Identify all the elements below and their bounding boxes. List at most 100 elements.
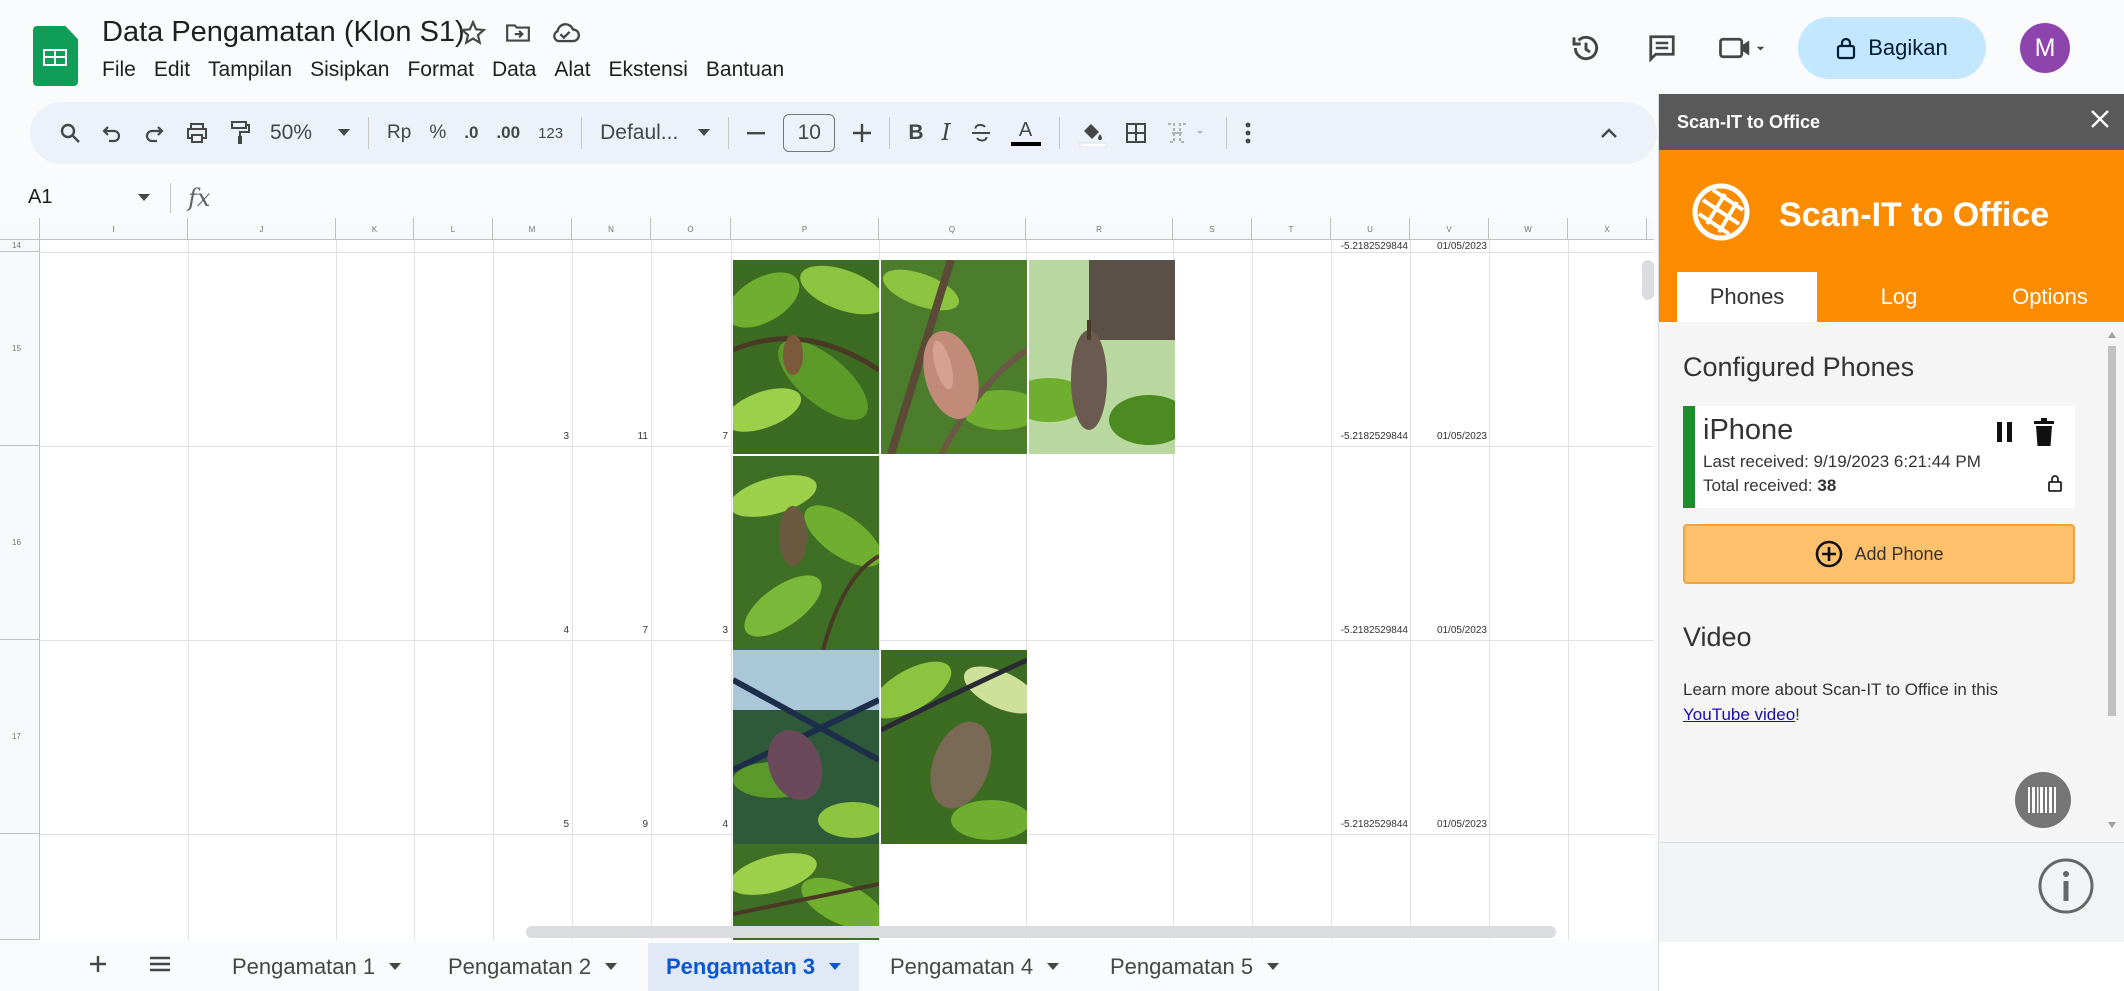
bold-button[interactable]: B	[908, 111, 923, 155]
lock-icon[interactable]	[2047, 474, 2063, 492]
undo-icon[interactable]	[100, 111, 124, 155]
font-family-select[interactable]: Defaul...	[600, 111, 711, 155]
column-header[interactable]: I	[40, 218, 188, 240]
menu-view[interactable]: Tampilan	[199, 58, 301, 82]
cell-o17[interactable]: 4	[651, 819, 728, 830]
spreadsheet-grid[interactable]: I J K L M N O P Q R S T U V W X 14 15 16…	[0, 218, 1654, 940]
cell-n17[interactable]: 9	[572, 819, 648, 830]
search-menus-icon[interactable]	[58, 111, 82, 155]
horizontal-scrollbar[interactable]	[526, 926, 1556, 938]
text-color-button[interactable]: A	[1010, 111, 1041, 155]
column-header[interactable]: U	[1331, 218, 1410, 240]
italic-button[interactable]: I	[941, 111, 950, 155]
tab-options[interactable]: Options	[1975, 272, 2124, 322]
column-header[interactable]: V	[1410, 218, 1489, 240]
column-header[interactable]: R	[1026, 218, 1173, 240]
row-header[interactable]: 14	[0, 240, 40, 252]
vertical-scrollbar[interactable]	[1642, 260, 1654, 300]
menu-format[interactable]: Format	[398, 58, 483, 82]
avatar[interactable]: M	[2020, 23, 2070, 73]
cell-v16[interactable]: 01/05/2023	[1411, 625, 1487, 636]
cell-n16[interactable]: 7	[572, 625, 648, 636]
cocoa-photo[interactable]	[1029, 260, 1175, 454]
decrease-decimal-button[interactable]: .0	[464, 111, 478, 155]
decrease-font-size-icon[interactable]	[747, 111, 766, 155]
font-size-input[interactable]: 10	[783, 111, 836, 155]
comment-icon[interactable]	[1634, 20, 1690, 76]
cell-u15[interactable]: -5.2182529844	[1332, 431, 1408, 442]
cell-o15[interactable]: 7	[651, 431, 728, 442]
menu-extensions[interactable]: Ekstensi	[600, 58, 697, 82]
print-icon[interactable]	[184, 111, 210, 155]
column-header[interactable]: O	[651, 218, 731, 240]
strikethrough-icon[interactable]	[969, 111, 993, 155]
corner-cell[interactable]	[0, 218, 40, 240]
cocoa-photo[interactable]	[881, 650, 1027, 844]
row-header[interactable]: 16	[0, 446, 40, 640]
column-header[interactable]: L	[414, 218, 493, 240]
redo-icon[interactable]	[142, 111, 166, 155]
menu-tools[interactable]: Alat	[545, 58, 599, 82]
star-icon[interactable]	[460, 20, 486, 46]
column-header[interactable]: X	[1568, 218, 1647, 240]
sheets-logo-icon[interactable]	[33, 26, 78, 86]
move-folder-icon[interactable]	[504, 20, 532, 46]
collapse-toolbar-icon[interactable]	[1600, 111, 1618, 155]
borders-icon[interactable]	[1124, 111, 1148, 155]
column-header[interactable]: M	[493, 218, 572, 240]
cell-m15[interactable]: 3	[493, 431, 569, 442]
format-currency-button[interactable]: Rp	[387, 111, 411, 155]
column-header[interactable]: N	[572, 218, 651, 240]
increase-decimal-button[interactable]: .00	[496, 111, 520, 155]
add-phone-button[interactable]: Add Phone	[1683, 524, 2075, 584]
column-header[interactable]: W	[1489, 218, 1568, 240]
sheet-tab[interactable]: Pengamatan 2	[430, 943, 635, 991]
more-options-icon[interactable]	[1245, 111, 1251, 155]
column-header[interactable]: K	[336, 218, 414, 240]
more-formats-button[interactable]: 123	[538, 111, 563, 155]
increase-font-size-icon[interactable]	[853, 111, 872, 155]
history-icon[interactable]	[1558, 20, 1614, 76]
column-header[interactable]: P	[731, 218, 879, 240]
menu-insert[interactable]: Sisipkan	[301, 58, 398, 82]
cell-v15[interactable]: 01/05/2023	[1411, 431, 1487, 442]
sheet-tab[interactable]: Pengamatan 5	[1092, 943, 1297, 991]
cocoa-photo[interactable]	[733, 260, 879, 454]
pause-icon[interactable]	[1995, 420, 2015, 444]
cell-u17[interactable]: -5.2182529844	[1332, 819, 1408, 830]
sheet-tab[interactable]: Pengamatan 1	[214, 943, 419, 991]
add-sheet-icon[interactable]	[88, 954, 108, 974]
tab-phones[interactable]: Phones	[1677, 272, 1817, 322]
format-percent-button[interactable]: %	[429, 111, 446, 155]
menu-data[interactable]: Data	[483, 58, 545, 82]
tab-log[interactable]: Log	[1829, 272, 1969, 322]
chevron-down-icon[interactable]	[138, 194, 150, 202]
document-title[interactable]: Data Pengamatan (Klon S1)	[102, 16, 465, 49]
sheet-tab[interactable]: Pengamatan 4	[872, 943, 1077, 991]
youtube-video-link[interactable]: YouTube video	[1683, 705, 1795, 724]
cell-m17[interactable]: 5	[493, 819, 569, 830]
cell-u16[interactable]: -5.2182529844	[1332, 625, 1408, 636]
delete-icon[interactable]	[2033, 418, 2055, 446]
share-button[interactable]: Bagikan	[1798, 17, 1986, 79]
sheet-tab-active[interactable]: Pengamatan 3	[648, 943, 860, 991]
column-header[interactable]: T	[1252, 218, 1331, 240]
cocoa-photo[interactable]	[733, 456, 879, 650]
cell-o16[interactable]: 3	[651, 625, 728, 636]
column-header[interactable]: J	[188, 218, 336, 240]
info-icon[interactable]	[2037, 857, 2095, 915]
row-header[interactable]: 15	[0, 252, 40, 446]
column-header[interactable]: S	[1173, 218, 1252, 240]
cell-n15[interactable]: 11	[572, 431, 648, 442]
cocoa-photo[interactable]	[733, 650, 879, 844]
fill-color-icon[interactable]	[1078, 111, 1106, 155]
cell-m16[interactable]: 4	[493, 625, 569, 636]
menu-help[interactable]: Bantuan	[697, 58, 793, 82]
cell-u14[interactable]: -5.2182529844	[1332, 241, 1408, 252]
barcode-scan-button[interactable]	[2015, 772, 2071, 828]
row-header[interactable]: 17	[0, 640, 40, 834]
paint-format-icon[interactable]	[228, 111, 252, 155]
zoom-select[interactable]: 50%	[270, 111, 351, 155]
name-box[interactable]: A1	[28, 186, 52, 209]
panel-scrollbar[interactable]	[2107, 330, 2117, 830]
